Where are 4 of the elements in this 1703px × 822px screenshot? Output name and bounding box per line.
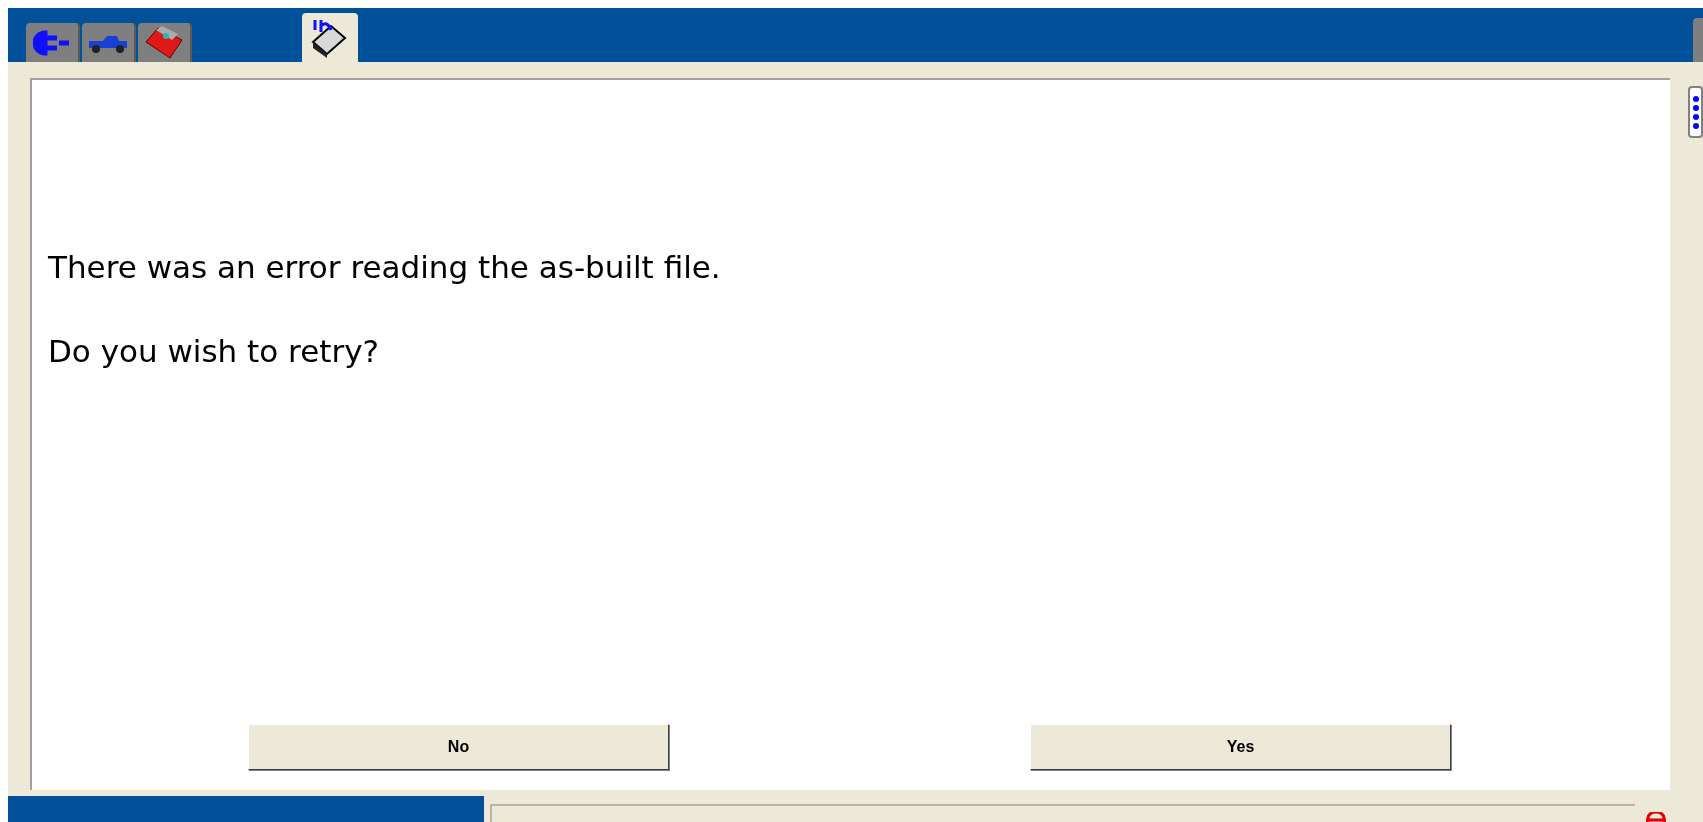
dialog-button[interactable]: No	[248, 724, 669, 770]
message-text: Do you wish to retry?	[48, 331, 380, 371]
dialog-button[interactable]: Yes	[1030, 724, 1451, 770]
message-text: There was an error reading the as-built file.	[48, 248, 721, 287]
